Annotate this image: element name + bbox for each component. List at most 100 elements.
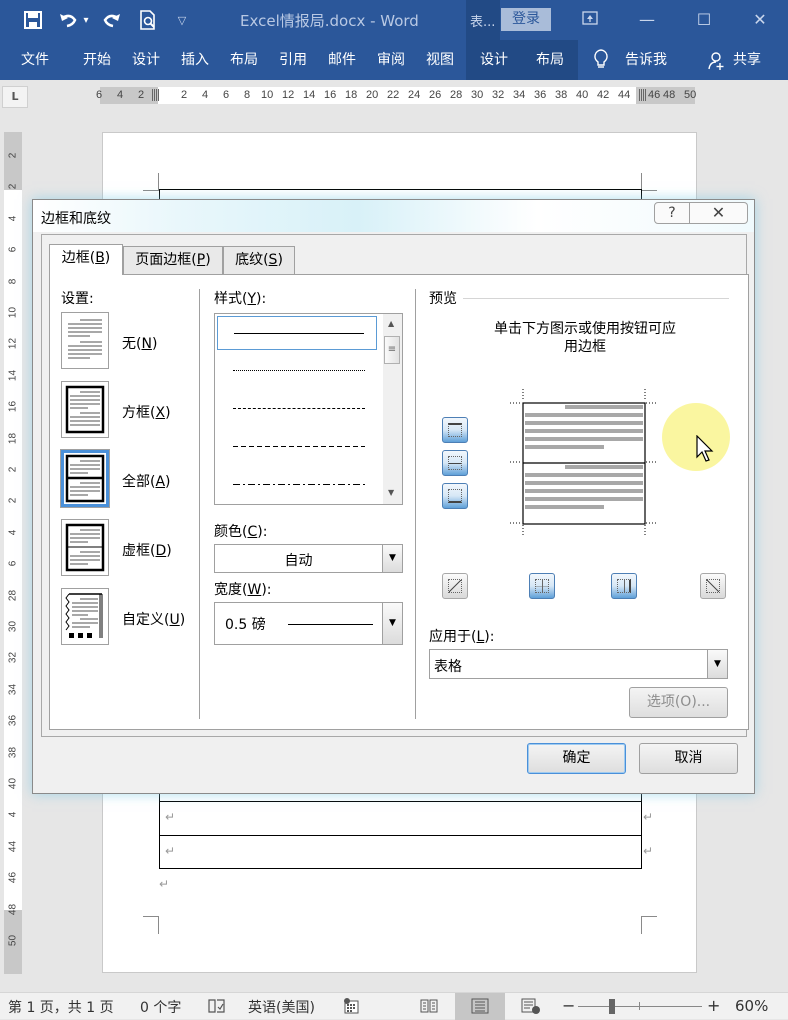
divider (415, 289, 416, 719)
window-title: Excel情报局.docx - Word (240, 12, 419, 30)
setting-none-icon[interactable] (61, 312, 109, 369)
setting-box-icon[interactable] (61, 381, 109, 438)
width-dropdown[interactable]: 0.5 磅 ▼ (214, 602, 403, 645)
print-layout-button[interactable] (455, 993, 505, 1020)
left-indent-marker[interactable] (152, 89, 159, 101)
apply-to-dropdown[interactable]: 表格 ▼ (429, 649, 728, 679)
close-window-button[interactable]: ✕ (745, 8, 775, 32)
setting-custom-icon[interactable] (61, 588, 109, 645)
tab-home[interactable]: 开始 (74, 40, 120, 80)
tab-view[interactable]: 视图 (417, 40, 463, 80)
zoom-in-button[interactable]: + (707, 996, 720, 1015)
line-style-solid[interactable] (217, 316, 377, 350)
setting-all-icon[interactable] (60, 449, 110, 508)
save-icon[interactable] (20, 8, 46, 32)
tab-table-design[interactable]: 设计 (466, 40, 522, 80)
tab-layout[interactable]: 布局 (221, 40, 267, 80)
web-layout-icon[interactable] (521, 998, 541, 1018)
setting-custom-label[interactable]: 自定义(U) (122, 609, 185, 629)
tab-shading[interactable]: 底纹(S) (223, 246, 295, 274)
dialog-close-button[interactable]: ✕ (690, 202, 748, 224)
tell-me-search[interactable]: 告诉我 (618, 40, 674, 80)
borders-and-shading-dialog: 边框和底纹 ? ✕ 边框(B) 页面边框(P) 底纹(S) 设置: 无(N) 方… (32, 199, 755, 794)
customize-qat-icon[interactable]: ▽ (172, 8, 192, 32)
tab-mailings[interactable]: 邮件 (319, 40, 365, 80)
dialog-title-bar[interactable]: 边框和底纹 ? ✕ (33, 200, 754, 232)
tab-page-border[interactable]: 页面边框(P) (123, 246, 223, 274)
diagonal-up-border-button[interactable] (442, 573, 468, 599)
print-preview-icon[interactable] (136, 8, 160, 32)
options-button[interactable]: 选项(O)... (629, 687, 728, 718)
tab-file[interactable]: 文件 (10, 40, 60, 80)
line-style-dash-dot[interactable] (217, 468, 377, 502)
page-count[interactable]: 第 1 页，共 1 页 (8, 997, 114, 1017)
language-indicator[interactable]: 英语(美国) (248, 997, 315, 1017)
undo-icon[interactable] (56, 8, 80, 32)
tab-review[interactable]: 审阅 (368, 40, 414, 80)
border-preview-diagram[interactable] (510, 387, 660, 537)
right-border-button[interactable] (611, 573, 637, 599)
scroll-thumb[interactable]: ≡ (384, 336, 400, 364)
ruler-tick: 46 (7, 872, 19, 884)
scroll-down-arrow[interactable]: ▼ (388, 488, 394, 497)
line-style-dotted[interactable] (217, 354, 377, 388)
scroll-up-arrow[interactable]: ▲ (388, 319, 394, 328)
help-button[interactable]: ? (654, 202, 690, 224)
ruler-tick: 48 (7, 903, 19, 915)
ribbon-display-options-icon[interactable] (575, 8, 605, 32)
context-tab-group-table-tools: 表... (466, 0, 500, 40)
line-style-list[interactable]: ▲ ≡ ▼ (214, 313, 403, 505)
horizontal-ruler[interactable]: 6 4 2 2 4 6 8 10 12 14 16 18 20 22 24 26 28 30 32 34 36 38… (96, 87, 696, 104)
left-border-button[interactable] (529, 573, 555, 599)
cancel-button[interactable]: 取消 (639, 743, 738, 774)
undo-dropdown-icon[interactable]: ▾ (80, 8, 92, 32)
maximize-button[interactable]: ☐ (689, 8, 719, 32)
lightbulb-icon[interactable] (590, 40, 612, 80)
share-person-icon[interactable] (706, 40, 726, 80)
zoom-level[interactable]: 60% (735, 997, 768, 1015)
zoom-slider-thumb[interactable] (609, 999, 616, 1014)
ruler-tick: 16 (324, 89, 337, 101)
setting-grid-icon[interactable] (61, 519, 109, 576)
setting-grid-label[interactable]: 虚框(D) (122, 540, 172, 560)
color-value: 自动 (284, 553, 313, 569)
chevron-down-icon[interactable]: ▼ (382, 603, 402, 644)
tab-selector[interactable]: L (2, 86, 28, 108)
chevron-down-icon[interactable]: ▼ (707, 650, 727, 678)
line-style-dashed-small[interactable] (217, 392, 377, 426)
tab-references[interactable]: 引用 (270, 40, 316, 80)
bottom-border-button[interactable] (442, 483, 468, 509)
style-list-scrollbar[interactable]: ▲ ≡ ▼ (383, 314, 402, 504)
ruler-tick: 2 (7, 152, 19, 159)
line-style-dashed[interactable] (217, 430, 377, 464)
color-dropdown[interactable]: 自动 ▼ (214, 544, 403, 573)
preview-hint: 单击下方图示或使用按钮可应 (494, 321, 676, 337)
macro-icon[interactable] (343, 998, 359, 1018)
width-line-sample (288, 624, 373, 625)
share-button[interactable]: 共享 (728, 40, 766, 80)
right-indent-marker[interactable] (639, 89, 646, 101)
zoom-out-button[interactable]: − (562, 996, 575, 1015)
tab-insert[interactable]: 插入 (172, 40, 218, 80)
row-end-mark: ↵ (643, 810, 654, 824)
setting-none-label[interactable]: 无(N) (122, 333, 157, 353)
ruler-tick: 4 (117, 89, 124, 101)
inside-horizontal-border-button[interactable] (442, 450, 468, 476)
tab-design[interactable]: 设计 (123, 40, 169, 80)
zoom-slider[interactable] (578, 1006, 702, 1007)
proofing-icon[interactable] (208, 998, 226, 1018)
login-button[interactable]: 登录 (501, 8, 551, 31)
setting-box-label[interactable]: 方框(X) (122, 402, 171, 422)
tab-borders[interactable]: 边框(B) (49, 244, 123, 275)
redo-icon[interactable] (100, 8, 124, 32)
ok-button[interactable]: 确定 (527, 743, 626, 774)
top-border-button[interactable] (442, 417, 468, 443)
vertical-ruler[interactable]: 2 2 4 6 8 10 12 14 16 18 2 2 4 6 28 30 32 34 36 38 40 4 44 46 48… (4, 132, 22, 974)
tab-table-layout[interactable]: 布局 (522, 40, 578, 80)
setting-all-label[interactable]: 全部(A) (122, 471, 171, 491)
word-count[interactable]: 0 个字 (140, 997, 181, 1017)
diagonal-down-border-button[interactable] (700, 573, 726, 599)
read-mode-icon[interactable] (420, 998, 438, 1018)
chevron-down-icon[interactable]: ▼ (382, 545, 402, 572)
minimize-button[interactable]: — (632, 8, 662, 32)
